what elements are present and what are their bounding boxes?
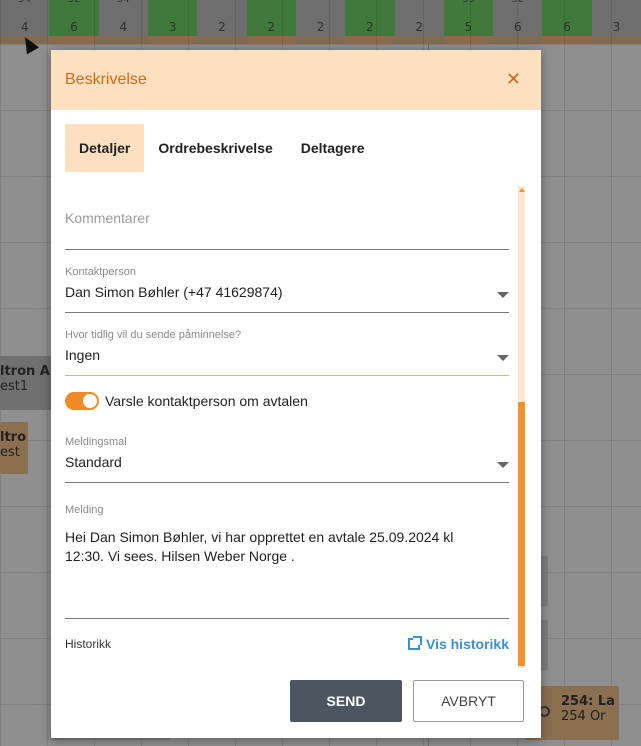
tab-deltagere[interactable]: Deltagere [287, 124, 379, 172]
description-modal: Beskrivelse ✕ Detaljer Ordrebeskrivelse … [51, 50, 541, 738]
external-link-icon [407, 636, 422, 650]
message-field[interactable]: Melding Hei Dan Simon Bøhler, vi har opp… [65, 504, 509, 619]
tab-ordrebeskrivelse[interactable]: Ordrebeskrivelse [144, 124, 286, 172]
history-row: Historikk Vis historikk [65, 636, 509, 652]
details-form: Kommentarer Kontaktperson Dan Simon Bøhl… [65, 186, 509, 666]
view-history-link[interactable]: Vis historikk [407, 636, 509, 652]
scroll-up-icon[interactable] [519, 188, 525, 192]
notify-contact-toggle[interactable] [65, 392, 99, 410]
reminder-select[interactable]: Hvor tidlig vil du sende påminnelse? Ing… [65, 329, 509, 376]
comments-placeholder: Kommentarer [65, 210, 150, 226]
cancel-button[interactable]: AVBRYT [413, 680, 524, 722]
appointment-title: 254: La [561, 694, 615, 709]
appointment-card-stub[interactable] [540, 620, 548, 670]
scroll-down-icon[interactable] [519, 662, 525, 666]
modal-title: Beskrivelse [65, 71, 147, 88]
reminder-value: Ingen [65, 347, 101, 363]
appointment-subtitle: est1 [0, 379, 29, 394]
appointment-card[interactable]: ltro est [0, 422, 28, 474]
tab-bar: Detaljer Ordrebeskrivelse Deltagere [65, 124, 379, 172]
contact-person-label: Kontaktperson [65, 266, 136, 278]
modal-header: Beskrivelse ✕ [51, 50, 541, 110]
scrollbar-thumb[interactable] [518, 402, 525, 666]
message-template-value: Standard [65, 454, 122, 470]
chevron-down-icon[interactable] [497, 462, 509, 468]
appointment-subtitle: 254 Or [561, 709, 606, 724]
close-icon[interactable]: ✕ [506, 71, 521, 89]
view-history-label: Vis historikk [425, 636, 509, 652]
contact-person-value: Dan Simon Bøhler (+47 41629874) [65, 284, 283, 300]
history-label: Historikk [65, 637, 112, 651]
message-text[interactable]: Hei Dan Simon Bøhler, vi har opprettet e… [65, 528, 485, 566]
notify-contact-row: Varsle kontaktperson om avtalen [65, 392, 308, 410]
contact-person-select[interactable]: Kontaktperson Dan Simon Bøhler (+47 4162… [65, 266, 509, 313]
scrollbar-track[interactable] [518, 186, 525, 668]
toggle-knob [83, 394, 97, 408]
chevron-down-icon[interactable] [497, 355, 509, 361]
reminder-label: Hvor tidlig vil du sende påminnelse? [65, 329, 242, 341]
send-button[interactable]: SEND [290, 680, 402, 722]
appointment-card-stub[interactable] [540, 556, 548, 606]
chevron-down-icon[interactable] [497, 292, 509, 298]
comments-field[interactable]: Kommentarer [65, 210, 509, 250]
notify-contact-label: Varsle kontaktperson om avtalen [105, 393, 308, 409]
appointment-card[interactable]: ltron A est1 [0, 356, 52, 410]
message-template-select[interactable]: Meldingsmal Standard [65, 436, 509, 483]
appointment-title: ltron A [0, 364, 50, 379]
appointment-title: ltro [0, 430, 27, 445]
message-label: Melding [65, 504, 104, 516]
message-template-label: Meldingsmal [65, 436, 127, 448]
tab-detaljer[interactable]: Detaljer [65, 124, 145, 172]
appointment-subtitle: est [0, 445, 20, 460]
